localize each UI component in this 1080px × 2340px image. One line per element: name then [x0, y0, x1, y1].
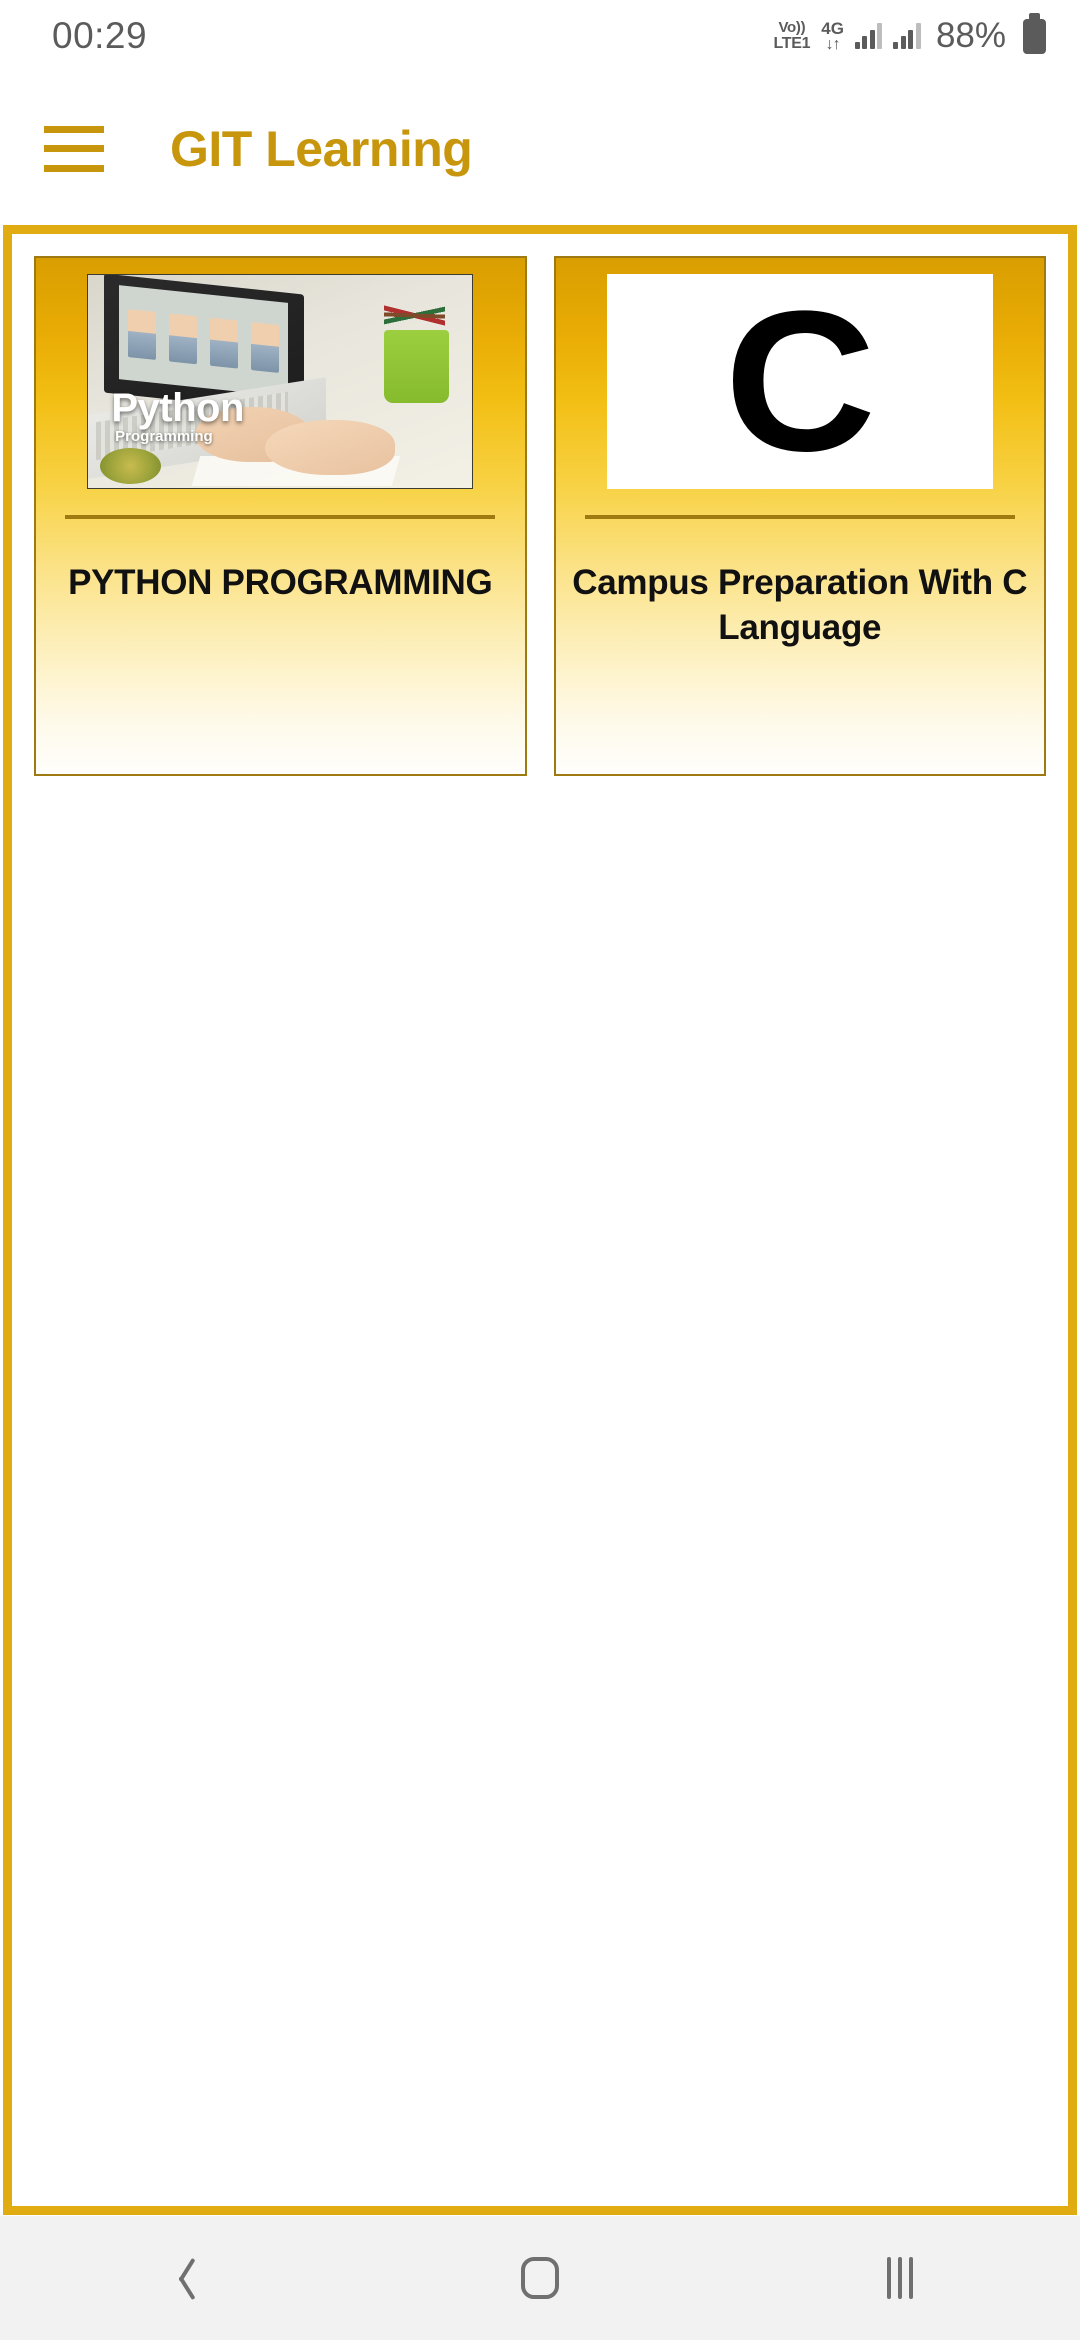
thumbnail-overlay-subtitle: Programming	[115, 428, 213, 446]
c-course-thumbnail: C	[606, 269, 993, 493]
course-card-c-language[interactable]: C Campus Preparation With C Language	[553, 256, 1046, 776]
python-course-thumbnail: Python Programming	[87, 274, 474, 489]
card-divider	[65, 515, 496, 519]
nav-recents-button[interactable]	[825, 2216, 975, 2340]
content-frame: Python Programming PYTHON PROGRAMMING C …	[3, 225, 1077, 2215]
page-title: GIT Learning	[170, 120, 473, 177]
volte-icon: Vo)) LTE1	[773, 18, 811, 52]
signal-bars-sim2-icon	[893, 23, 921, 49]
volte-bottom-label: LTE1	[773, 34, 811, 52]
signal-bars-sim1-icon	[854, 23, 883, 49]
data-transfer-arrows-icon: ↓↑	[825, 35, 841, 53]
course-title-c-language: Campus Preparation With C Language	[572, 563, 1028, 647]
home-square-icon	[521, 2257, 559, 2299]
thumbnail-overlay-title: Python	[111, 385, 244, 430]
course-card-grid: Python Programming PYTHON PROGRAMMING C …	[12, 234, 1068, 776]
course-card-python[interactable]: Python Programming PYTHON PROGRAMMING	[34, 256, 527, 776]
course-title-python: PYTHON PROGRAMMING	[68, 563, 493, 602]
system-navigation-bar	[0, 2216, 1080, 2340]
volte-top-label: Vo))	[778, 18, 806, 36]
network-type-icon: 4G ↓↑	[821, 20, 844, 53]
app-bar: GIT Learning	[0, 72, 1080, 225]
status-clock: 00:29	[52, 15, 148, 56]
battery-percent-label: 88%	[935, 16, 1006, 55]
nav-home-button[interactable]	[465, 2216, 615, 2340]
card-divider	[584, 515, 1015, 519]
status-bar: 00:29 Vo)) LTE1 4G ↓↑ 88%	[0, 0, 1080, 72]
battery-icon	[1023, 12, 1046, 54]
network-generation-label: 4G	[821, 18, 844, 38]
nav-back-button[interactable]	[105, 2216, 255, 2340]
letter-c-logo-icon: C	[723, 269, 876, 493]
laptop-workspace-photo	[88, 275, 472, 488]
phone-screen: 00:29 Vo)) LTE1 4G ↓↑ 88% GIT Learning P…	[0, 0, 1080, 2340]
back-chevron-icon	[167, 2255, 193, 2301]
recents-bars-icon	[887, 2257, 913, 2299]
hamburger-menu-icon[interactable]	[44, 125, 104, 172]
status-icons: Vo)) LTE1 4G ↓↑ 88%	[773, 12, 1046, 56]
